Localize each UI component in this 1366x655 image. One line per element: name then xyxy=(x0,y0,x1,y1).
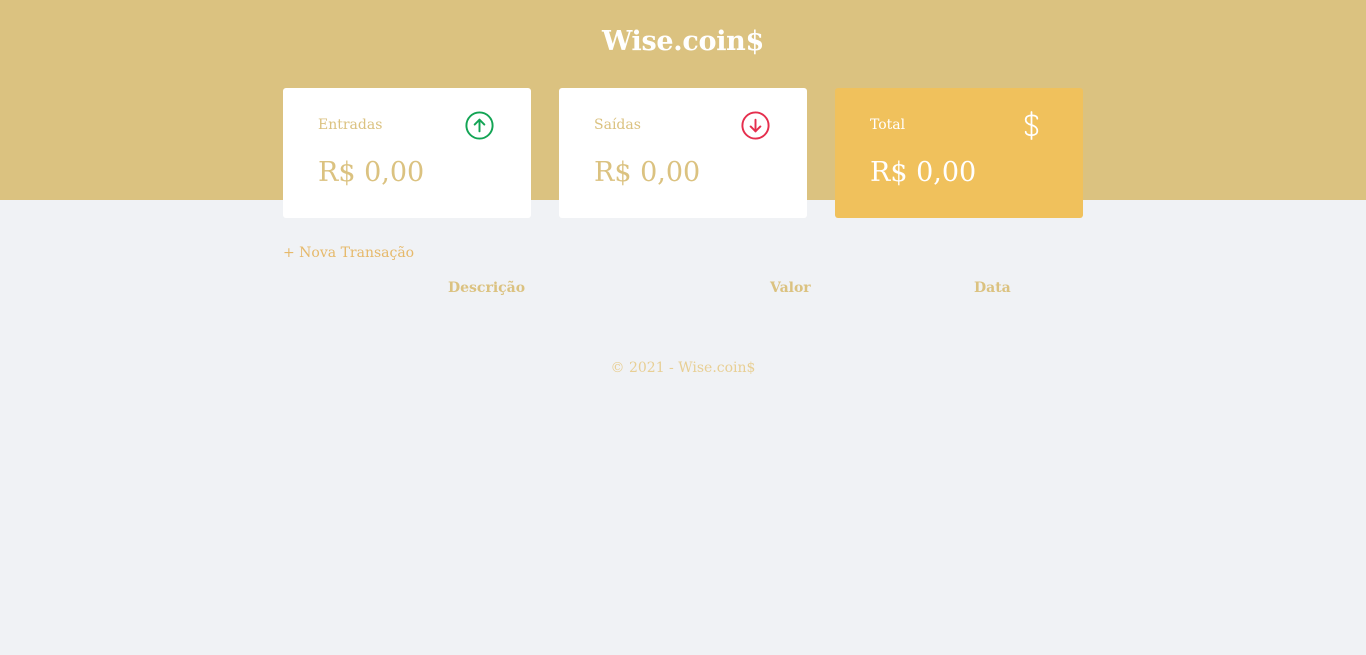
column-header-value: Valor xyxy=(770,280,811,296)
arrow-down-circle-icon xyxy=(741,111,770,140)
income-label: Entradas xyxy=(318,117,383,133)
total-card: Total R$ 0,00 xyxy=(835,88,1083,218)
total-label: Total xyxy=(870,117,906,133)
total-amount: R$ 0,00 xyxy=(870,157,977,188)
dollar-sign-icon xyxy=(1024,111,1039,140)
footer-copyright: © 2021 - Wise.coin$ xyxy=(610,360,756,376)
arrow-up-circle-icon xyxy=(465,111,494,140)
expense-amount: R$ 0,00 xyxy=(594,157,701,188)
income-card: Entradas R$ 0,00 xyxy=(283,88,531,218)
income-amount: R$ 0,00 xyxy=(318,157,425,188)
new-transaction-link[interactable]: + Nova Transação xyxy=(283,245,414,261)
column-header-date: Data xyxy=(974,280,1011,296)
column-header-description: Descrição xyxy=(448,280,526,296)
logo: Wise.coin$ xyxy=(601,26,764,57)
expense-card: Saídas R$ 0,00 xyxy=(559,88,807,218)
expense-label: Saídas xyxy=(594,117,641,133)
